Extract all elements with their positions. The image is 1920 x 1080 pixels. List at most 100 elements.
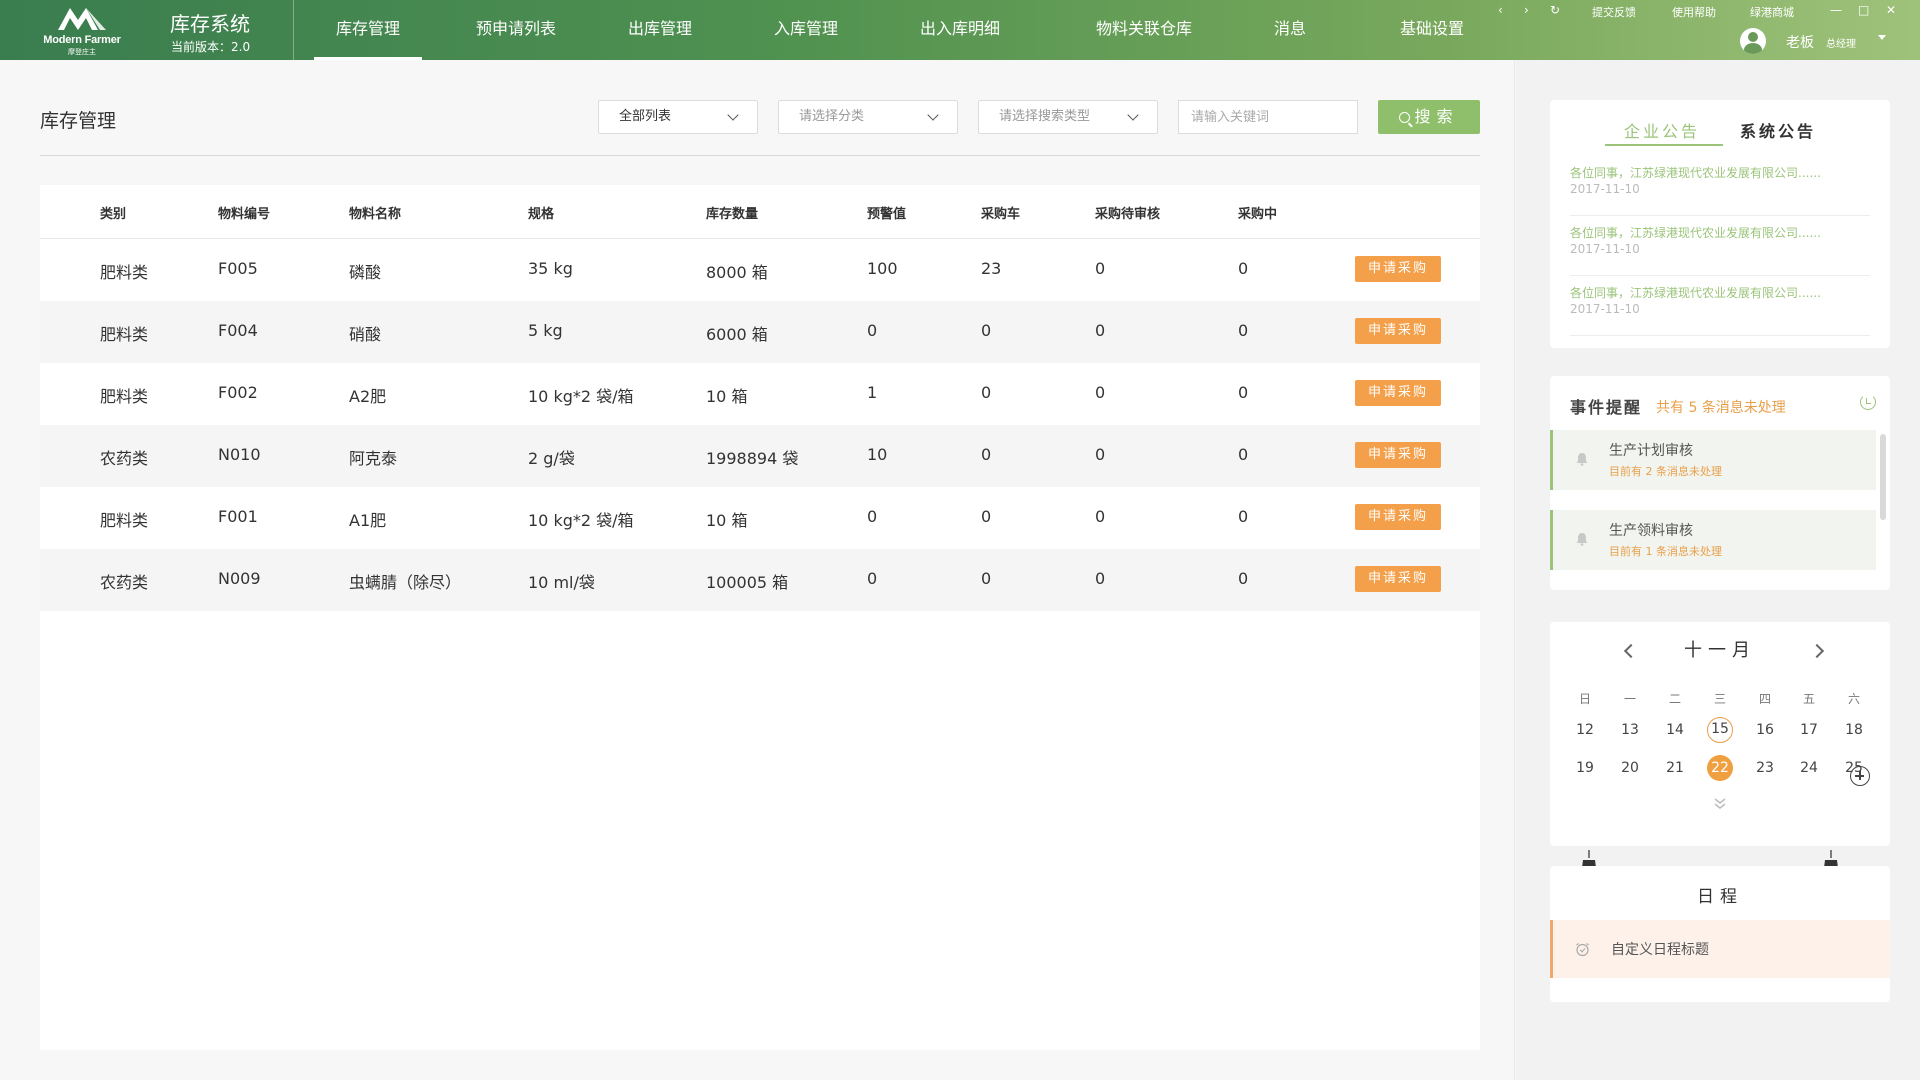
logo-mountain-icon — [58, 8, 106, 30]
add-icon[interactable] — [1850, 766, 1870, 786]
nav-item-material-warehouse[interactable]: 物料关联仓库 — [1076, 0, 1212, 60]
brand-area: Modern Farmer 摩登庄主 库存系统 当前版本：2.0 — [0, 0, 294, 60]
calendar-day[interactable]: 24 — [1796, 755, 1822, 781]
event-title: 事件提醒 — [1570, 398, 1643, 417]
cell-warning: 0 — [867, 507, 878, 526]
table-header: 类别 物料编号 物料名称 规格 库存数量 预警值 采购车 采购待审核 采购中 — [40, 185, 1480, 239]
nav-item-messages[interactable]: 消息 — [1260, 0, 1320, 60]
cell-code: F001 — [218, 507, 258, 526]
nav-item-in-out-detail[interactable]: 出入库明细 — [900, 0, 1020, 60]
notice-date: 2017-11-10 — [1570, 182, 1640, 196]
apply-purchase-button[interactable]: 申请采购 — [1355, 380, 1441, 406]
bell-icon — [1576, 533, 1588, 546]
user-menu[interactable]: 老板 总经理 — [1740, 26, 1900, 56]
calendar-day[interactable]: 23 — [1752, 755, 1778, 781]
version-label: 当前版本：2.0 — [171, 40, 251, 54]
cell-name: 硝酸 — [349, 325, 382, 344]
weekday-label: 一 — [1623, 692, 1636, 706]
calendar-day-selected[interactable]: 22 — [1707, 755, 1733, 781]
inventory-table: 类别 物料编号 物料名称 规格 库存数量 预警值 采购车 采购待审核 采购中 肥… — [40, 185, 1480, 1050]
cell-warning: 10 — [867, 445, 888, 464]
keyword-input[interactable] — [1178, 100, 1358, 134]
apply-purchase-button[interactable]: 申请采购 — [1355, 256, 1441, 282]
calendar-day[interactable]: 20 — [1617, 755, 1643, 781]
nav-item-settings[interactable]: 基础设置 — [1382, 0, 1482, 60]
event-scrollbar[interactable] — [1880, 434, 1886, 520]
user-name: 老板 — [1786, 35, 1814, 51]
refresh-icon[interactable] — [1860, 394, 1876, 410]
maximize-icon[interactable]: □ — [1858, 3, 1869, 17]
calendar-day-today[interactable]: 15 — [1707, 717, 1733, 743]
table-row: 肥料类 F005 磷酸 35 kg 8000 箱 100 23 0 0 申请采购 — [40, 239, 1480, 301]
table-row: 农药类 N010 阿克泰 2 g/袋 1998894 袋 10 0 0 0 申请… — [40, 425, 1480, 487]
notice-item[interactable]: 各位同事，江苏绿港现代农业发展有限公司...... 2017-11-10 — [1570, 218, 1870, 276]
feedback-link[interactable]: 提交反馈 — [1592, 4, 1636, 20]
cell-category: 农药类 — [100, 573, 149, 592]
nav-item-inbound[interactable]: 入库管理 — [756, 0, 856, 60]
calendar-day[interactable]: 21 — [1662, 755, 1688, 781]
logo: Modern Farmer 摩登庄主 — [36, 4, 128, 56]
cell-pending: 0 — [1095, 383, 1106, 402]
close-icon[interactable]: ✕ — [1886, 3, 1896, 17]
apply-purchase-button[interactable]: 申请采购 — [1355, 318, 1441, 344]
minimize-icon[interactable]: — — [1830, 3, 1842, 17]
cell-warning: 100 — [867, 259, 898, 278]
cell-pending: 0 — [1095, 569, 1106, 588]
user-role: 总经理 — [1826, 39, 1856, 50]
search-type-placeholder: 请选择搜索类型 — [999, 109, 1091, 124]
calendar-card: 十一月 日 一 二 三 四 五 六 12 13 14 15 16 17 18 1… — [1550, 622, 1890, 846]
search-button[interactable]: 搜索 — [1378, 100, 1480, 134]
schedule-item[interactable]: 自定义日程标题 — [1550, 920, 1890, 978]
tab-company-notice[interactable]: 企业公告 — [1624, 118, 1700, 142]
calendar-day[interactable]: 14 — [1662, 717, 1688, 743]
column-header: 规格 — [528, 207, 555, 222]
table-row: 农药类 N009 虫螨腈（除尽） 10 ml/袋 100005 箱 0 0 0 … — [40, 549, 1480, 611]
mall-link[interactable]: 绿港商城 — [1750, 4, 1794, 20]
page-title: 库存管理 — [40, 110, 117, 132]
column-header: 物料名称 — [349, 207, 402, 222]
calendar-day[interactable]: 12 — [1572, 717, 1598, 743]
cell-warning: 1 — [867, 383, 878, 402]
calendar-day[interactable]: 16 — [1752, 717, 1778, 743]
event-item[interactable]: 生产领料审核 目前有 1 条消息未处理 — [1550, 510, 1876, 570]
chevron-right-icon[interactable] — [1809, 643, 1825, 659]
help-link[interactable]: 使用帮助 — [1672, 4, 1716, 20]
chevron-left-icon[interactable] — [1623, 643, 1639, 659]
double-chevron-down-icon[interactable] — [1713, 796, 1727, 810]
calendar-day[interactable]: 17 — [1796, 717, 1822, 743]
forward-icon[interactable]: › — [1524, 3, 1529, 17]
calendar-day[interactable]: 19 — [1572, 755, 1598, 781]
weekday-label: 五 — [1802, 692, 1815, 706]
notice-item[interactable]: 各位同事，江苏绿港现代农业发展有限公司...... 2017-11-10 — [1570, 158, 1870, 216]
apply-purchase-button[interactable]: 申请采购 — [1355, 504, 1441, 530]
cell-purchasing: 0 — [1238, 383, 1249, 402]
calendar-day[interactable]: 13 — [1617, 717, 1643, 743]
cell-name: 虫螨腈（除尽） — [349, 573, 462, 592]
search-type-select[interactable]: 请选择搜索类型 — [978, 100, 1158, 134]
column-header: 库存数量 — [706, 207, 759, 222]
nav-item-pre-application[interactable]: 预申请列表 — [456, 0, 576, 60]
calendar-month: 十一月 — [1684, 640, 1756, 661]
apply-purchase-button[interactable]: 申请采购 — [1355, 566, 1441, 592]
back-icon[interactable]: ‹ — [1498, 3, 1503, 17]
notice-item[interactable]: 各位同事，江苏绿港现代农业发展有限公司...... 2017-11-10 — [1570, 278, 1870, 336]
nav-item-inventory[interactable]: 库存管理 — [314, 0, 422, 60]
search-icon — [1399, 112, 1411, 123]
refresh-icon[interactable]: ↻ — [1550, 3, 1560, 17]
tab-system-notice[interactable]: 系统公告 — [1740, 118, 1816, 142]
column-header: 采购中 — [1238, 207, 1278, 222]
chevron-down-icon — [1127, 109, 1139, 121]
column-header: 物料编号 — [218, 207, 271, 222]
calendar-day[interactable]: 18 — [1841, 717, 1867, 743]
cell-warning: 0 — [867, 569, 878, 588]
cell-cart: 0 — [981, 569, 992, 588]
cell-stock: 8000 箱 — [706, 263, 768, 282]
table-row: 肥料类 F004 硝酸 5 kg 6000 箱 0 0 0 0 申请采购 — [40, 301, 1480, 363]
cell-spec: 35 kg — [528, 259, 573, 278]
category-select[interactable]: 请选择分类 — [778, 100, 958, 134]
cell-name: 阿克泰 — [349, 449, 398, 468]
apply-purchase-button[interactable]: 申请采购 — [1355, 442, 1441, 468]
nav-item-outbound[interactable]: 出库管理 — [610, 0, 710, 60]
event-item[interactable]: 生产计划审核 目前有 2 条消息未处理 — [1550, 430, 1876, 490]
list-type-select[interactable]: 全部列表 — [598, 100, 758, 134]
